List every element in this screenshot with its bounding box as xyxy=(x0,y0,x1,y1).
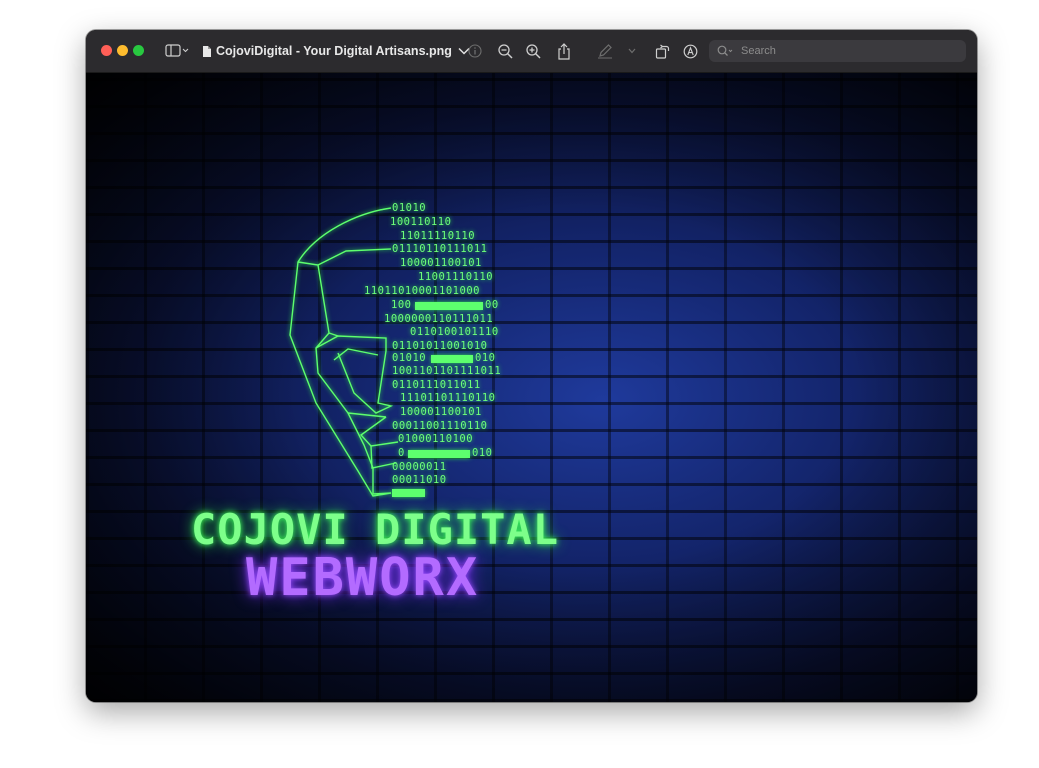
subline-text: WEBWORX xyxy=(246,548,480,608)
share-button[interactable] xyxy=(556,42,572,60)
preview-window: CojoviDigital - Your Digital Artisans.pn… xyxy=(86,30,977,702)
annotate-icon xyxy=(683,44,697,58)
document-title-text: CojoviDigital - Your Digital Artisans.pn… xyxy=(216,44,452,58)
progress-bar xyxy=(392,489,425,497)
binary-line: 11001110110 xyxy=(418,271,494,283)
binary-line: 0 xyxy=(398,447,405,459)
binary-line: 01101011001010 xyxy=(392,340,488,352)
binary-line: 1000000110111011 xyxy=(384,313,494,325)
binary-line: 100001100101 xyxy=(400,257,482,269)
document-icon xyxy=(201,42,213,60)
binary-line: 100 xyxy=(391,299,412,311)
info-button[interactable] xyxy=(467,42,483,60)
binary-line: 00 xyxy=(485,299,499,311)
progress-bar xyxy=(408,450,470,458)
binary-line: 0110100101110 xyxy=(410,326,499,338)
progress-bar xyxy=(415,302,483,310)
zoom-window-button[interactable] xyxy=(133,45,144,56)
minimize-window-button[interactable] xyxy=(117,45,128,56)
sidebar-toggle-button[interactable] xyxy=(164,42,190,60)
zoom-in-button[interactable] xyxy=(525,42,541,60)
binary-line: 0110111011011 xyxy=(392,379,481,391)
binary-line: 00000011 xyxy=(392,461,447,473)
close-window-button[interactable] xyxy=(101,45,112,56)
share-icon xyxy=(558,42,570,60)
binary-line: 00011001110110 xyxy=(392,420,488,432)
annotate-button[interactable] xyxy=(682,42,698,60)
search-field[interactable] xyxy=(709,40,966,62)
rotate-icon xyxy=(655,44,669,59)
binary-line: 01010 xyxy=(392,202,427,214)
binary-line: 100001100101 xyxy=(400,406,482,418)
binary-line: 100110110 xyxy=(390,216,452,228)
zoom-out-button[interactable] xyxy=(497,42,513,60)
search-input[interactable] xyxy=(739,44,963,58)
binary-line: 11011010001101000 xyxy=(364,285,480,297)
image-canvas: 01010 100110110 11011110110 011101101110… xyxy=(86,73,977,702)
zoom-out-icon xyxy=(497,43,513,59)
rotate-button[interactable] xyxy=(654,42,670,60)
info-icon xyxy=(468,44,482,58)
binary-line: 11101101110110 xyxy=(400,392,496,404)
binary-line: 11011110110 xyxy=(400,230,476,242)
progress-bar xyxy=(431,355,473,363)
binary-line: 01010 xyxy=(392,352,427,364)
search-icon xyxy=(717,45,733,56)
sidebar-icon xyxy=(165,44,189,57)
headline-text: COJOVI DIGITAL xyxy=(191,505,560,554)
binary-line: 010 xyxy=(472,447,493,459)
binary-line: 1001101101111011 xyxy=(392,365,502,377)
binary-line: 01110110111011 xyxy=(392,243,488,255)
binary-line: 010 xyxy=(475,352,496,364)
binary-line: 01000110100 xyxy=(398,433,474,445)
binary-line: 00011010 xyxy=(392,474,447,486)
chevron-down-icon xyxy=(628,48,636,54)
markup-pen-icon xyxy=(598,44,612,59)
wireframe-face-graphic xyxy=(289,207,399,497)
zoom-in-icon xyxy=(525,43,541,59)
title-bar: CojoviDigital - Your Digital Artisans.pn… xyxy=(86,30,977,73)
document-title[interactable]: CojoviDigital - Your Digital Artisans.pn… xyxy=(216,43,470,59)
markup-menu-chevron[interactable] xyxy=(626,42,638,60)
markup-button[interactable] xyxy=(597,42,613,60)
